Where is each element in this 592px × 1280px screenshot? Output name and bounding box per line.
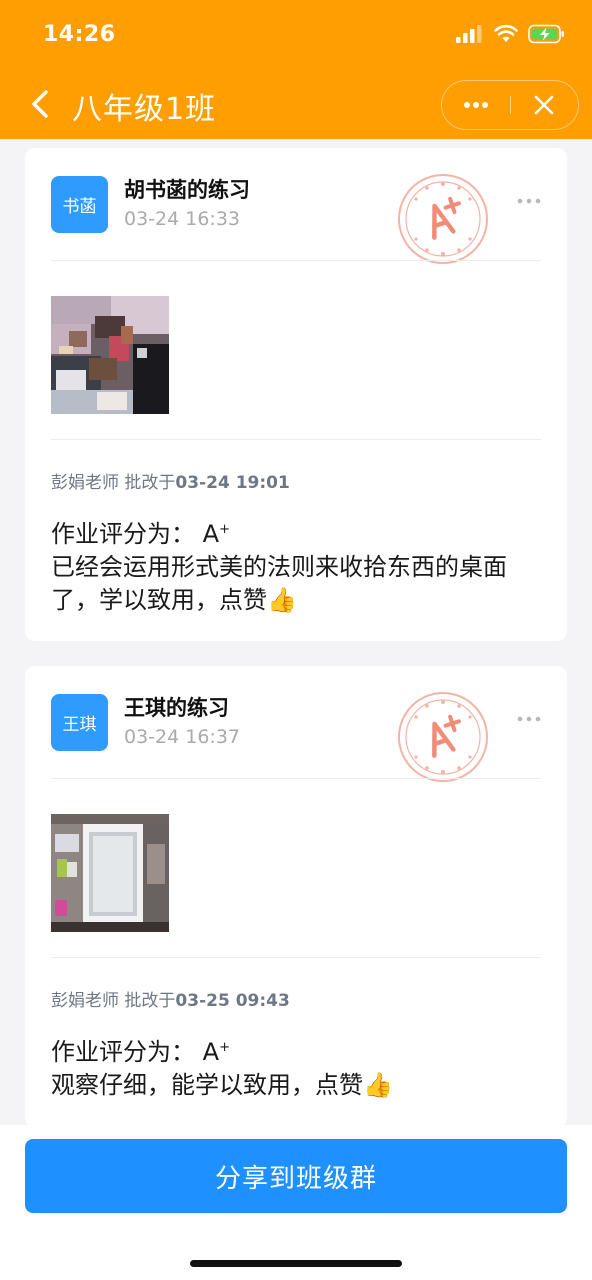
avatar: 王琪	[51, 694, 108, 751]
submit-time: 03-24 16:33	[124, 208, 241, 230]
score-label: 作业评分为：	[51, 520, 195, 548]
divider	[51, 957, 541, 958]
grading-action: 批改于	[124, 473, 176, 493]
mini-program-capsule	[441, 80, 579, 130]
divider	[51, 260, 541, 261]
header: 14:26 八年级1班	[0, 0, 592, 139]
home-indicator	[190, 1260, 402, 1267]
student-exercise-title: 胡书菡的练习	[124, 178, 250, 202]
share-to-class-group-button[interactable]: 分享到班级群	[25, 1139, 567, 1213]
teacher-name[interactable]: 彭娟老师	[51, 991, 119, 1011]
score-suffix: +	[219, 1040, 230, 1055]
score-value: A	[202, 1038, 220, 1066]
homework-photo[interactable]	[51, 814, 169, 932]
card-more-icon[interactable]	[517, 196, 541, 206]
card-more-icon[interactable]	[517, 714, 541, 724]
homework-card[interactable]: 王琪 王琪的练习 03-24 16:37 彭娟老师 批改于03-25 09:43…	[25, 666, 567, 1128]
grading-action: 批改于	[124, 991, 176, 1011]
divider	[51, 439, 541, 440]
divider	[51, 778, 541, 779]
homework-card[interactable]: 书菡 胡书菡的练习 03-24 16:33 彭娟老师 批改于03-24 19:0…	[25, 148, 567, 641]
score-line: 作业评分为： A+	[51, 513, 543, 551]
back-icon[interactable]	[22, 84, 62, 124]
grade-stamp-icon	[398, 174, 488, 264]
status-time: 14:26	[43, 22, 116, 47]
comment-text: 观察仔细，能学以致用，点赞👍	[51, 1071, 393, 1099]
close-button[interactable]	[511, 81, 579, 129]
teacher-comment: 作业评分为： A+ 已经会运用形式美的法则来收拾东西的桌面了，学以致用，点赞👍	[51, 513, 543, 617]
wifi-icon	[494, 25, 518, 42]
teacher-name[interactable]: 彭娟老师	[51, 473, 119, 493]
battery-icon	[528, 24, 564, 44]
score-line: 作业评分为： A+	[51, 1031, 543, 1069]
grading-time: 03-25 09:43	[175, 991, 290, 1011]
teacher-comment: 作业评分为： A+ 观察仔细，能学以致用，点赞👍	[51, 1031, 543, 1102]
more-button[interactable]	[442, 81, 510, 129]
comment-text: 已经会运用形式美的法则来收拾东西的桌面了，学以致用，点赞👍	[51, 553, 507, 614]
grading-info: 彭娟老师 批改于03-24 19:01	[51, 468, 290, 493]
score-suffix: +	[219, 522, 230, 537]
submit-time: 03-24 16:37	[124, 726, 241, 748]
avatar: 书菡	[51, 176, 108, 233]
status-icons	[456, 24, 566, 44]
signal-icon	[456, 25, 482, 43]
grade-stamp-icon	[398, 692, 488, 782]
grading-info: 彭娟老师 批改于03-25 09:43	[51, 986, 290, 1011]
grading-time: 03-24 19:01	[175, 473, 290, 493]
homework-photo[interactable]	[51, 296, 169, 414]
page-title: 八年级1班	[72, 92, 217, 127]
close-icon	[534, 95, 554, 115]
student-exercise-title: 王琪的练习	[124, 696, 229, 720]
more-icon	[463, 102, 488, 108]
score-value: A	[202, 520, 220, 548]
score-label: 作业评分为：	[51, 1038, 195, 1066]
